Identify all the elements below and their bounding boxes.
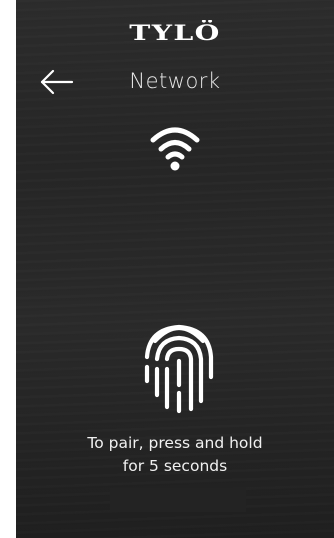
page-title: Network [129, 69, 221, 93]
instruction-line-1: To pair, press and hold [87, 434, 263, 452]
app-screen: TYLÖ Network To pair, press and hold for… [16, 0, 334, 538]
brand-logo: TYLÖ [129, 20, 221, 45]
hold-progress-bar [110, 488, 246, 512]
wifi-icon [150, 127, 200, 171]
instruction-line-2: for 5 seconds [122, 457, 228, 475]
fingerprint-icon[interactable] [141, 319, 217, 415]
pair-instruction: To pair, press and hold for 5 seconds [16, 432, 334, 478]
